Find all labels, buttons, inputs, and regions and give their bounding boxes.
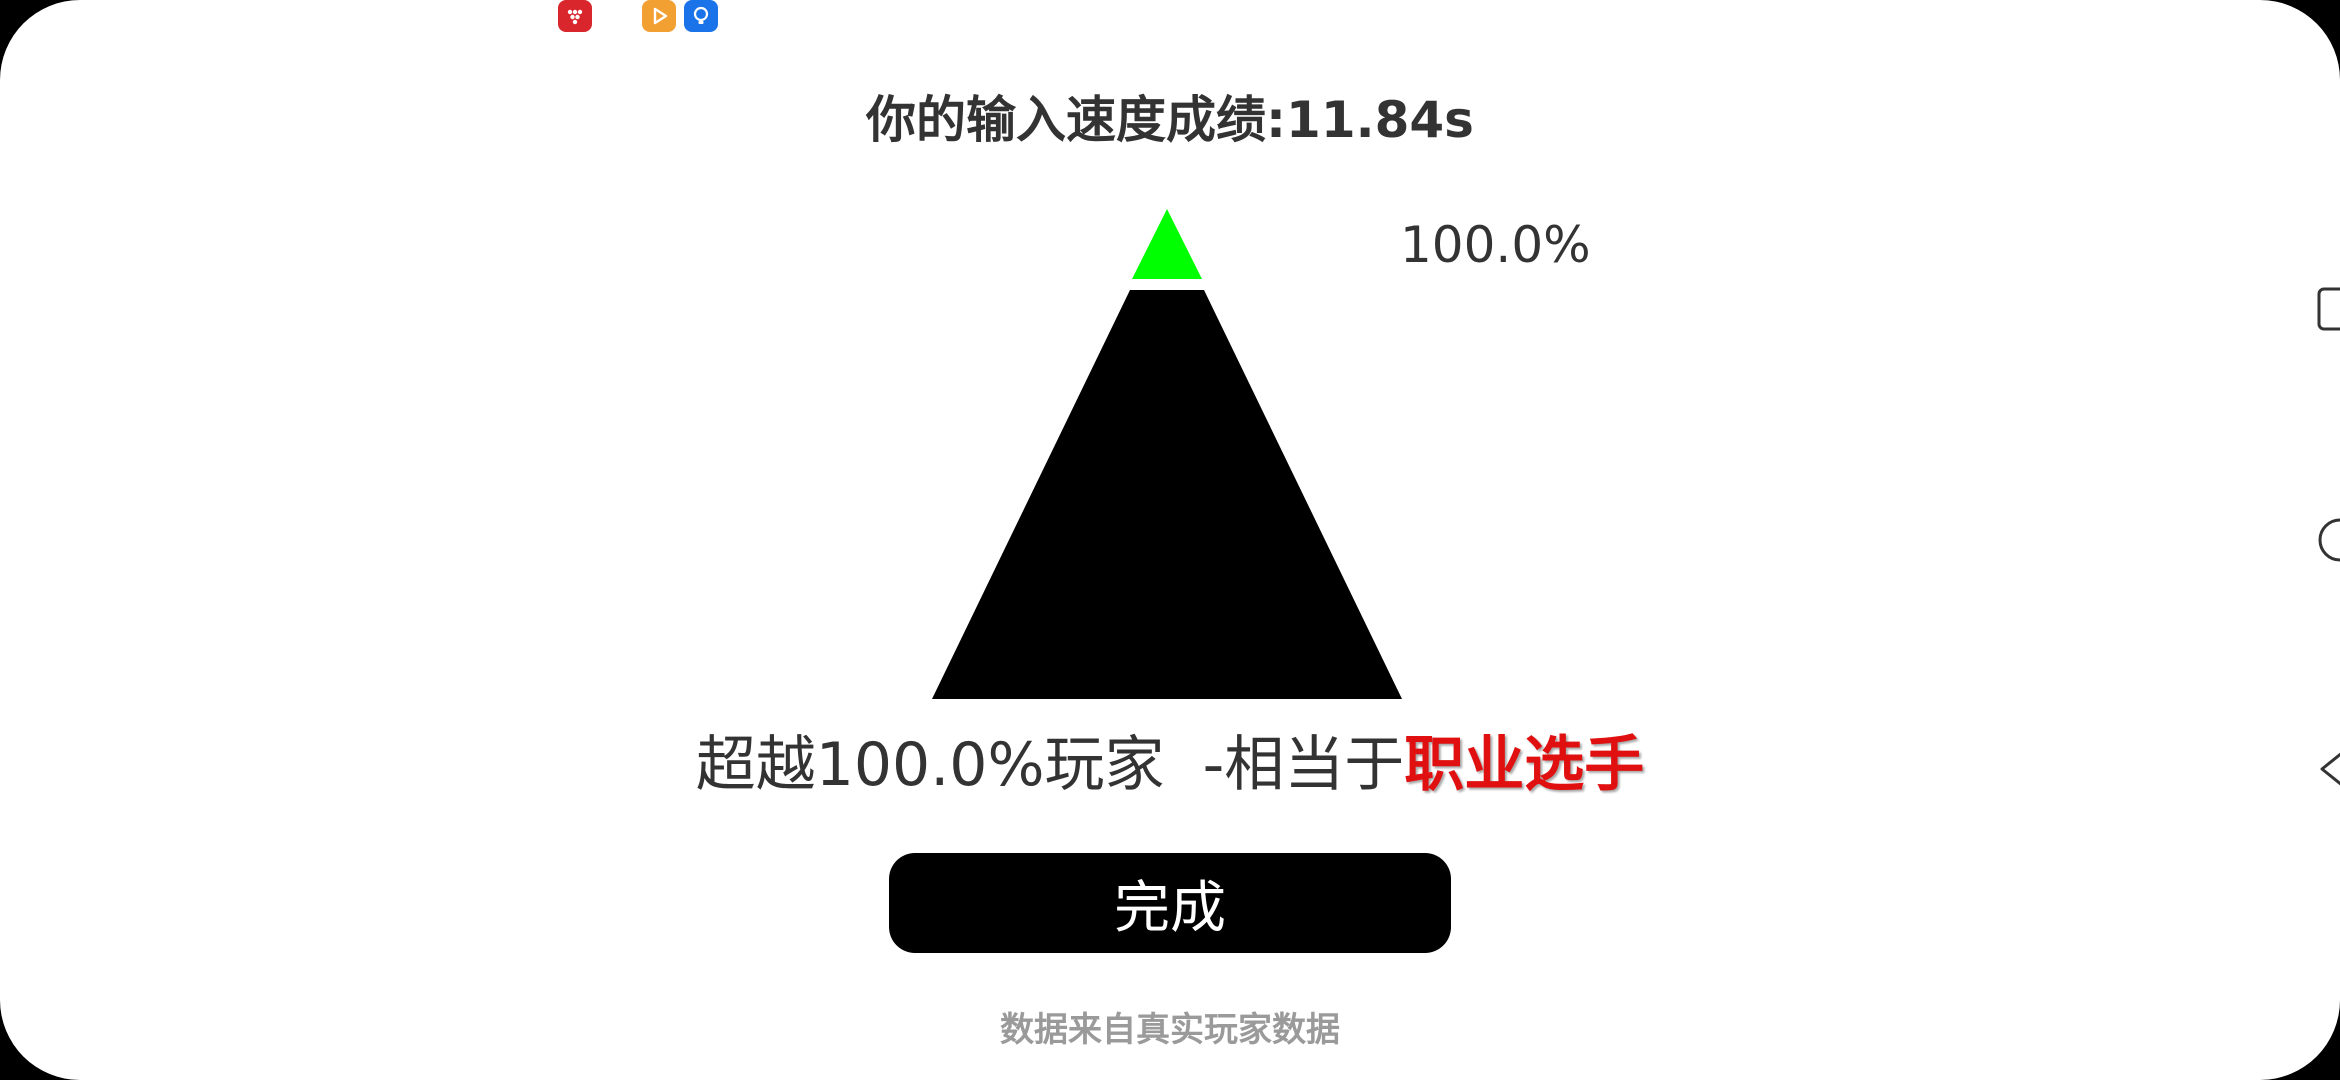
- rank-title: 职业选手: [1404, 730, 1645, 800]
- pyramid-tip-marker: [1132, 209, 1202, 279]
- back-icon: [2320, 752, 2340, 786]
- home-button[interactable]: [2316, 516, 2340, 564]
- recents-icon: [2317, 287, 2340, 331]
- rank-pyramid: [932, 209, 1402, 699]
- back-button[interactable]: [2316, 745, 2340, 793]
- grid-heart-icon: [567, 9, 583, 25]
- pyramid-body: [932, 290, 1402, 699]
- home-icon: [2318, 518, 2340, 562]
- app-icon-red: [558, 0, 592, 32]
- recents-button[interactable]: [2316, 285, 2340, 333]
- app-icon-orange-play: [642, 0, 676, 32]
- play-icon: [653, 7, 668, 25]
- result-summary-text: 超越100.0%玩家 -相当于: [695, 730, 1405, 800]
- app-screen: 你的输入速度成绩:11.84s 100.0% 超越100.0%玩家 -相当于职业…: [0, 0, 2340, 1080]
- app-icon-blue-bulb: [684, 0, 718, 32]
- done-button[interactable]: 完成: [889, 853, 1451, 953]
- data-source-note: 数据来自真实玩家数据: [1000, 1010, 1340, 1050]
- lightbulb-icon: [693, 6, 709, 24]
- percentile-label: 100.0%: [1400, 216, 1591, 274]
- result-title: 你的输入速度成绩:11.84s: [866, 91, 1474, 149]
- result-summary: 超越100.0%玩家 -相当于职业选手: [0, 722, 2340, 808]
